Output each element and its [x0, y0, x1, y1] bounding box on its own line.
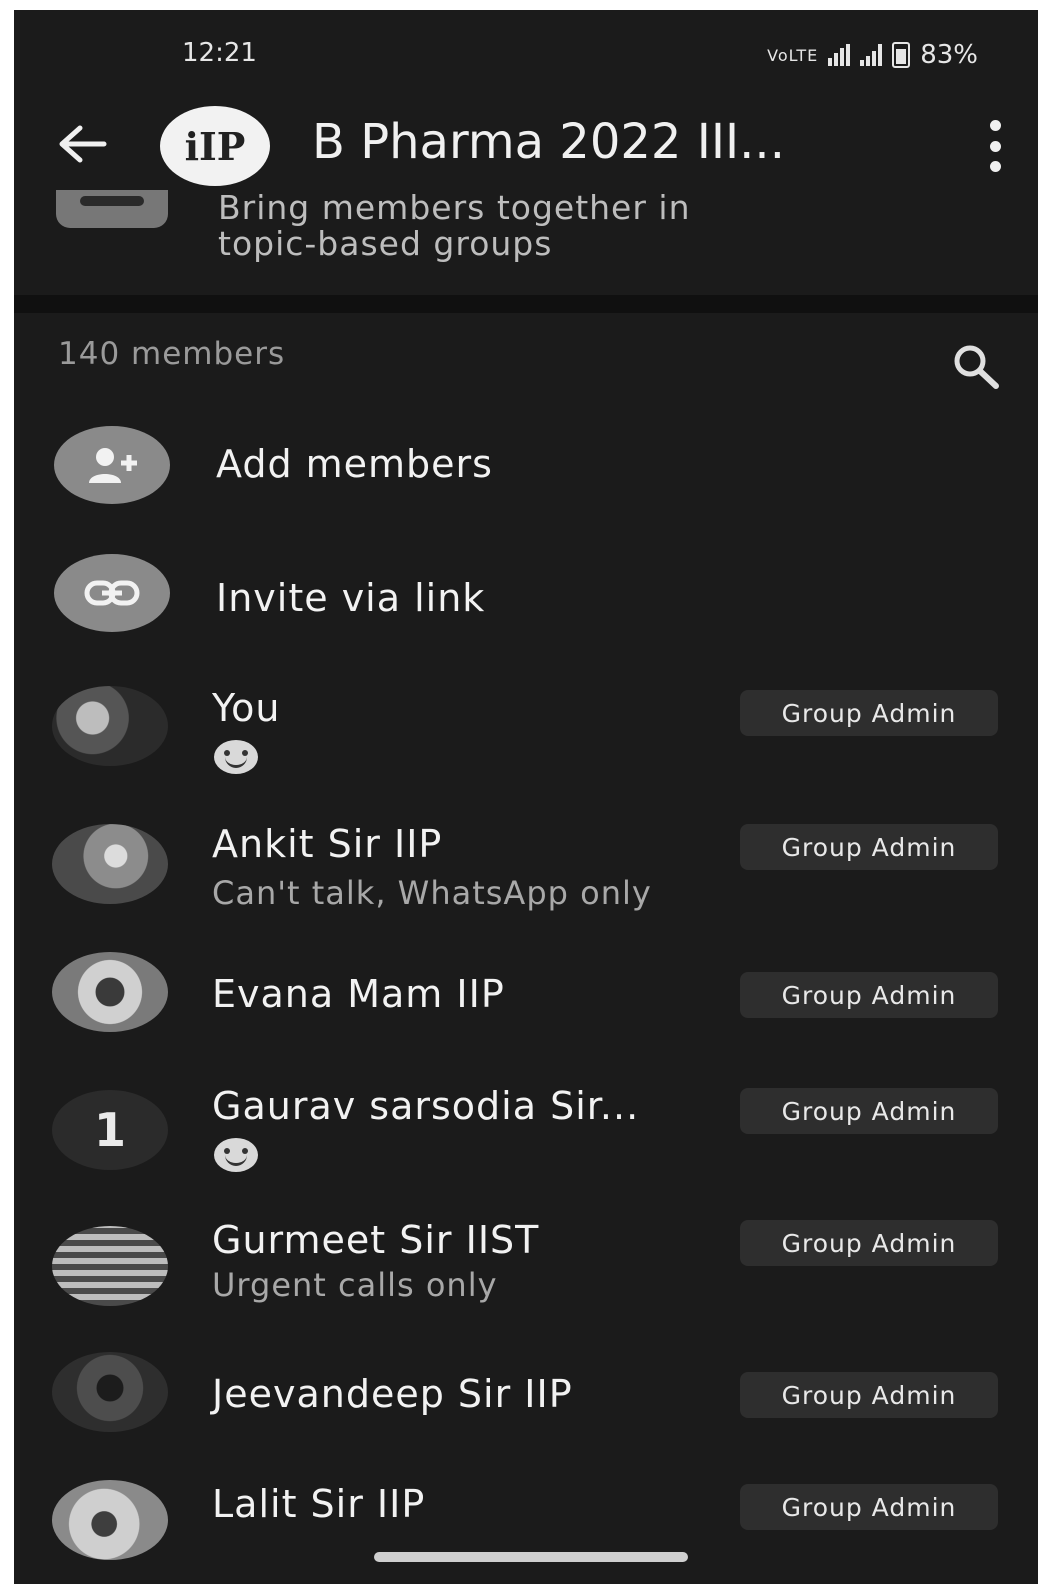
- group-admin-badge: Group Admin: [740, 1220, 998, 1266]
- add-members-circle: [54, 426, 170, 504]
- member-avatar: [52, 686, 168, 766]
- members-count: 140 members: [58, 336, 286, 372]
- member-status: Can't talk, WhatsApp only: [212, 874, 652, 912]
- group-title[interactable]: B Pharma 2022 III...: [312, 114, 785, 170]
- volte-icon: VoLTE: [767, 45, 819, 65]
- group-admin-badge: Group Admin: [740, 690, 998, 736]
- app-bar: iIP B Pharma 2022 III...: [14, 100, 1038, 190]
- community-banner[interactable]: Bring members together in topic-based gr…: [14, 190, 1038, 300]
- back-arrow-icon[interactable]: [56, 122, 108, 166]
- add-members-label: Add members: [216, 442, 493, 486]
- member-name: Jeevandeep Sir IIP: [212, 1372, 573, 1416]
- member-row-gurmeet[interactable]: Gurmeet Sir IIST Urgent calls only Group…: [14, 1214, 1038, 1324]
- invite-link-row[interactable]: Invite via link: [14, 554, 1038, 644]
- member-avatar: [52, 824, 168, 904]
- home-indicator[interactable]: [374, 1552, 688, 1562]
- smiley-icon: [214, 1138, 258, 1172]
- member-row-jeevandeep[interactable]: Jeevandeep Sir IIP Group Admin: [14, 1348, 1038, 1448]
- group-admin-badge: Group Admin: [740, 1088, 998, 1134]
- member-avatar: [52, 1226, 168, 1306]
- member-avatar: [52, 1352, 168, 1432]
- signal-icon: [828, 44, 851, 66]
- phone-screen: 12:21 VoLTE 83% iIP B Pharma 2022 III...…: [14, 10, 1038, 1584]
- member-row-gaurav[interactable]: 1 Gaurav sarsodia Sir... Group Admin: [14, 1084, 1038, 1184]
- link-icon: [84, 580, 140, 606]
- member-name: You: [212, 686, 281, 730]
- signal-icon-2: [860, 44, 883, 66]
- status-time: 12:21: [182, 38, 257, 68]
- status-icons: VoLTE 83%: [767, 40, 978, 70]
- invite-link-label: Invite via link: [216, 576, 486, 620]
- member-row-you[interactable]: You Group Admin: [14, 686, 1038, 796]
- member-row-ankit[interactable]: Ankit Sir IIP Can't talk, WhatsApp only …: [14, 818, 1038, 928]
- member-name: Gaurav sarsodia Sir...: [212, 1084, 640, 1128]
- community-icon: [56, 190, 168, 228]
- search-icon[interactable]: [950, 342, 1002, 390]
- smiley-icon: [214, 740, 258, 774]
- add-members-row[interactable]: Add members: [14, 422, 1038, 512]
- member-status: Urgent calls only: [212, 1266, 498, 1304]
- member-name: Ankit Sir IIP: [212, 822, 443, 866]
- group-admin-badge: Group Admin: [740, 824, 998, 870]
- invite-link-circle: [54, 554, 170, 632]
- more-options-icon[interactable]: [988, 120, 1002, 172]
- member-avatar: 1: [52, 1090, 168, 1170]
- group-admin-badge: Group Admin: [740, 1372, 998, 1418]
- community-line-1: Bring members together in: [218, 188, 691, 227]
- battery-icon: [892, 42, 911, 68]
- battery-percent: 83%: [920, 40, 978, 70]
- member-row-evana[interactable]: Evana Mam IIP Group Admin: [14, 952, 1038, 1042]
- member-name: Evana Mam IIP: [212, 972, 505, 1016]
- community-line-2: topic-based groups: [218, 224, 553, 263]
- section-divider: [14, 295, 1038, 313]
- group-admin-badge: Group Admin: [740, 972, 998, 1018]
- member-name: Lalit Sir IIP: [212, 1482, 426, 1526]
- group-admin-badge: Group Admin: [740, 1484, 998, 1530]
- community-text: Bring members together in topic-based gr…: [218, 190, 691, 262]
- member-name: Gurmeet Sir IIST: [212, 1218, 540, 1262]
- group-avatar[interactable]: iIP: [160, 106, 270, 186]
- add-person-icon: [89, 448, 137, 483]
- member-row-lalit[interactable]: Lalit Sir IIP Group Admin: [14, 1476, 1038, 1560]
- member-avatar: [52, 952, 168, 1032]
- member-avatar: [52, 1480, 168, 1560]
- status-bar: 12:21 VoLTE 83%: [14, 10, 1038, 90]
